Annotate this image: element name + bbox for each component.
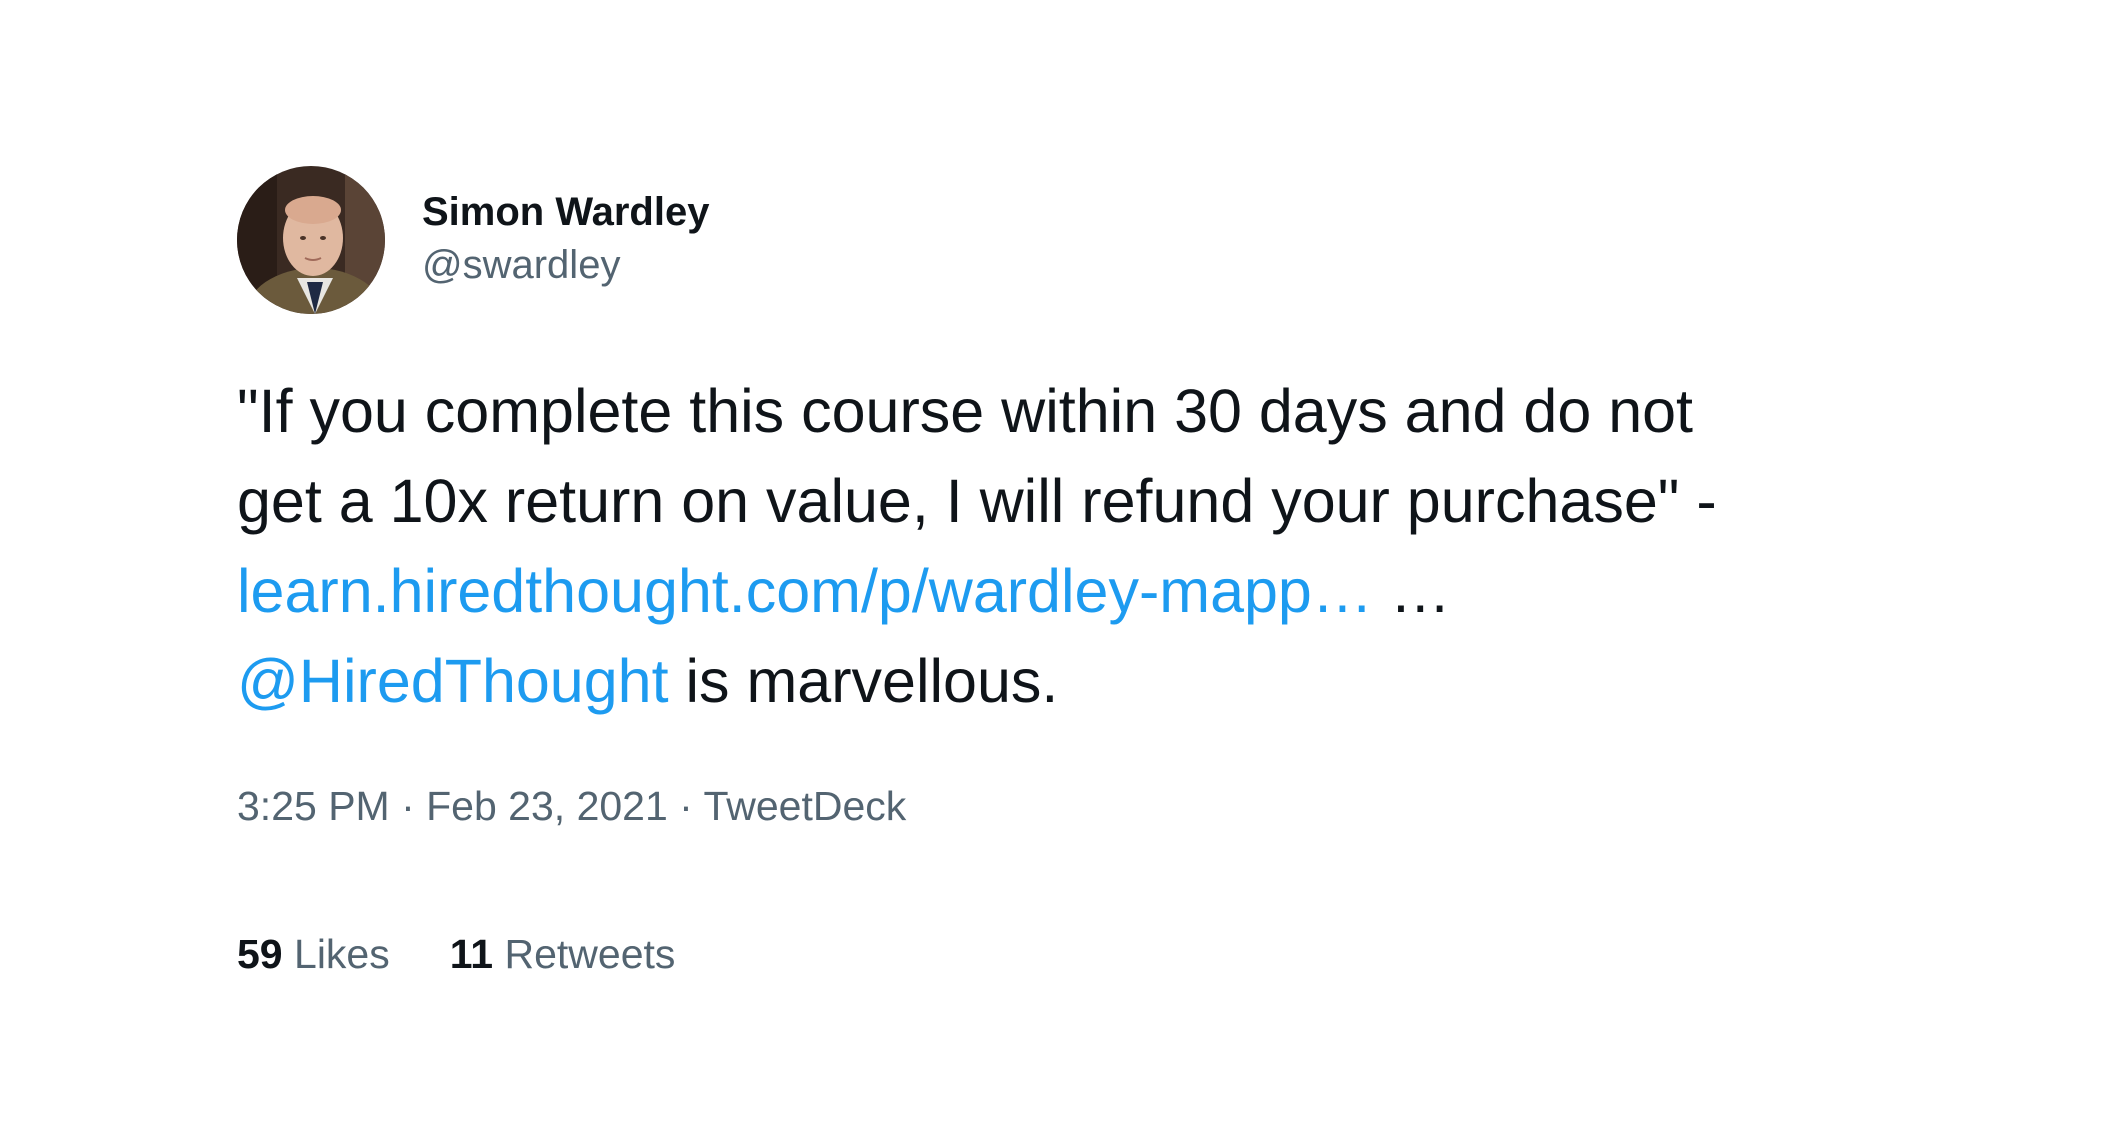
retweets-count: 11	[449, 931, 494, 977]
meta-separator: ·	[389, 783, 427, 829]
likes-count: 59	[237, 931, 283, 977]
retweets-stat[interactable]: 11 Retweets	[450, 926, 676, 982]
mention-suffix: is marvellous.	[668, 647, 1059, 715]
tweet-stats: 59 Likes 11 Retweets	[237, 926, 1937, 982]
avatar[interactable]	[237, 166, 385, 314]
mention-hiredthought[interactable]: @HiredThought	[237, 647, 669, 715]
tweet-meta: 3:25 PM · Feb 23, 2021 · TweetDeck	[237, 778, 1937, 834]
tweet-text-line-1: "If you complete this course within 30 d…	[237, 377, 1693, 445]
meta-separator: ·	[667, 783, 704, 829]
tweet-source[interactable]: TweetDeck	[703, 783, 906, 829]
avatar-photo-icon	[237, 166, 385, 314]
tweet-text-line-3: learn.hiredthought.com/p/wardley-mapp… …	[237, 546, 1937, 636]
course-link[interactable]: learn.hiredthought.com/p/wardley-mapp…	[237, 557, 1373, 625]
author-names: Simon Wardley @swardley	[422, 187, 709, 293]
likes-label: Likes	[294, 931, 390, 977]
tweet-time[interactable]: 3:25 PM	[237, 783, 390, 829]
retweets-label: Retweets	[504, 931, 676, 977]
author-display-name[interactable]: Simon Wardley	[422, 187, 709, 237]
tweet-text-line-4: @HiredThought is marvellous.	[237, 636, 1937, 726]
tweet-card: Simon Wardley @swardley "If you complete…	[237, 166, 1937, 982]
likes-stat[interactable]: 59 Likes	[237, 926, 390, 982]
tweet-date[interactable]: Feb 23, 2021	[426, 783, 668, 829]
link-suffix: …	[1372, 557, 1451, 625]
tweet-text: "If you complete this course within 30 d…	[237, 366, 1937, 726]
tweet-text-line-2: get a 10x return on value, I will refund…	[237, 467, 1717, 535]
author-handle[interactable]: @swardley	[422, 237, 709, 293]
tweet-header: Simon Wardley @swardley	[237, 166, 1937, 314]
